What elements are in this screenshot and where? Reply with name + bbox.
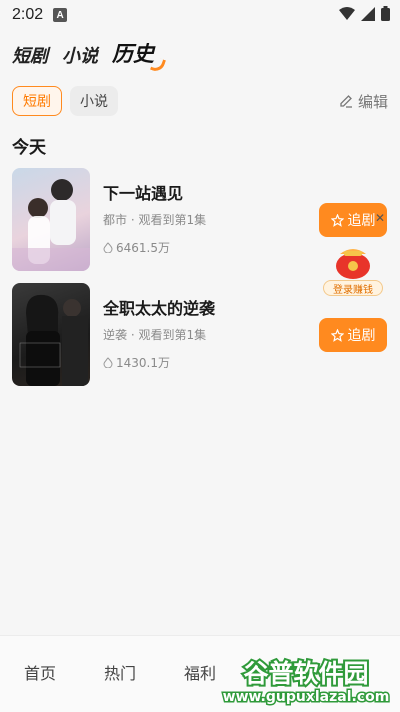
edit-label: 编辑 (357, 92, 388, 111)
section-title: 今天 (12, 138, 46, 158)
star-icon (330, 328, 344, 342)
close-icon[interactable]: ✕ (375, 212, 387, 224)
drama-title: 下一站遇见 (103, 184, 184, 203)
notification-a-icon: A (53, 8, 68, 22)
drama-card[interactable]: 全职太太的逆袭 逆袭 · 观看到第1集 1430.1万 追剧 (12, 283, 388, 386)
tab-novel[interactable]: 小说 (62, 42, 98, 68)
filter-row: 短剧 小说 编辑 (12, 85, 388, 117)
drama-title: 全职太太的逆袭 (103, 299, 216, 318)
drama-views: 6461.5万 (103, 239, 170, 256)
star-icon (330, 213, 344, 227)
flame-icon (103, 357, 113, 368)
follow-label: 追剧 (347, 328, 376, 344)
status-time: 2:02 (12, 6, 44, 23)
drama-poster[interactable] (12, 168, 90, 271)
poster-art-woman (19, 294, 88, 386)
drama-subtitle: 逆袭 · 观看到第1集 (103, 328, 207, 342)
tab-history-label: 历史 (112, 42, 154, 66)
watermark: 谷普软件园 www.gupuxlazal.com (218, 654, 394, 707)
top-tabs: 短剧 小说 历史 (12, 38, 167, 74)
poster-art-couple (12, 179, 90, 271)
drama-subtitle: 都市 · 观看到第1集 (103, 213, 207, 227)
battery-icon (381, 6, 390, 21)
signal-icon (361, 6, 375, 21)
drama-views: 1430.1万 (103, 354, 170, 371)
gift-label: 登录赚钱 (323, 280, 383, 296)
red-envelope-bag-icon (336, 249, 370, 279)
drama-views-count: 1430.1万 (116, 356, 170, 370)
flame-icon (103, 242, 113, 253)
follow-button[interactable]: 追剧 (319, 318, 387, 352)
filter-chip-novel[interactable]: 小说 (70, 86, 118, 116)
drama-views-count: 6461.5万 (116, 241, 170, 255)
tab-history[interactable]: 历史 (112, 38, 167, 74)
wifi-icon (339, 6, 355, 20)
watermark-line1: 谷普软件园 (243, 659, 368, 688)
tab-short-drama[interactable]: 短剧 (12, 42, 48, 68)
edit-button[interactable]: 编辑 (339, 91, 388, 112)
follow-label: 追剧 (347, 213, 376, 229)
nav-hot[interactable]: 热门 (104, 660, 136, 684)
drama-poster[interactable] (12, 283, 90, 386)
nav-welfare[interactable]: 福利 (184, 660, 216, 684)
status-bar: 2:02 A (0, 0, 400, 30)
nav-home[interactable]: 首页 (24, 660, 56, 684)
filter-chip-short-drama[interactable]: 短剧 (12, 86, 62, 116)
pencil-icon (340, 95, 352, 108)
login-reward-widget[interactable]: 登录赚钱 (322, 240, 384, 296)
watermark-line2: www.gupuxlazal.com (223, 689, 390, 705)
